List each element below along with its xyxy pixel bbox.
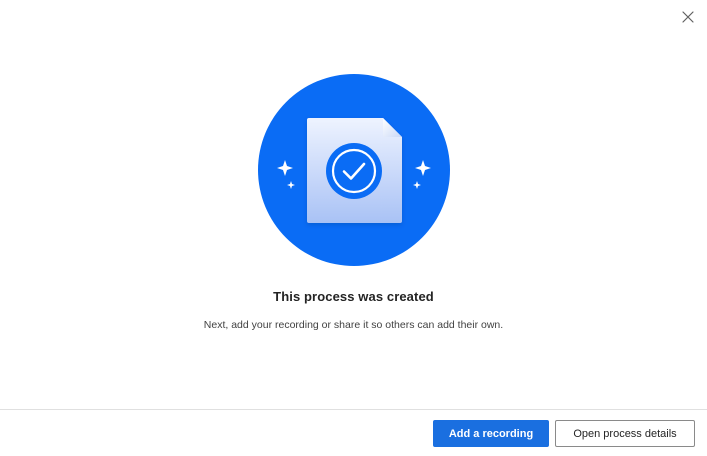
add-recording-button[interactable]: Add a recording [433,420,549,447]
dialog-subtitle: Next, add your recording or share it so … [203,319,504,331]
close-button[interactable] [679,8,697,26]
checkmark-icon [326,143,382,199]
process-created-dialog: This process was created Next, add your … [0,0,707,456]
dialog-footer: Add a recording Open process details [0,409,707,456]
hero-illustration [258,74,450,266]
open-process-details-button[interactable]: Open process details [555,420,695,447]
close-icon [682,11,694,23]
dialog-title: This process was created [273,289,434,304]
